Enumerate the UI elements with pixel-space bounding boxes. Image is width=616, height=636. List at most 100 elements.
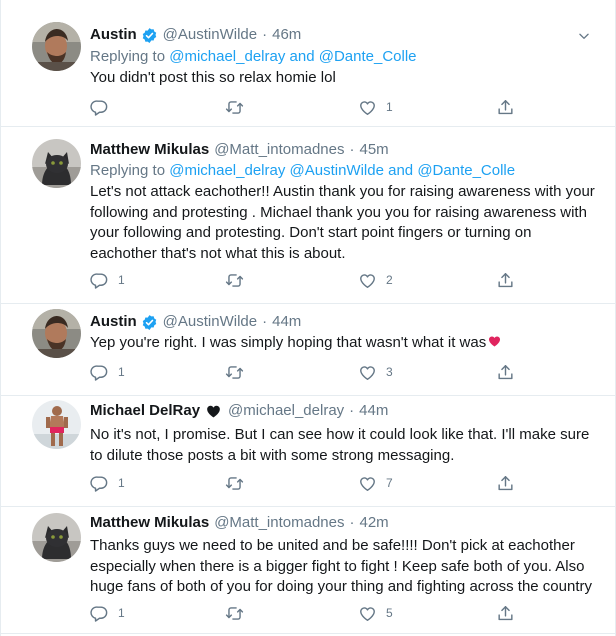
replying-to: Replying to @michael_delray and @Dante_C… xyxy=(90,47,417,67)
like-count: 5 xyxy=(386,606,393,620)
like-icon xyxy=(358,474,377,493)
reply-icon xyxy=(90,474,109,493)
like-icon xyxy=(358,271,377,290)
tweet-actions: 1 3 xyxy=(90,362,530,382)
tweet[interactable]: Austin @AustinWilde · 44m Yep you're rig… xyxy=(1,304,615,396)
timestamp[interactable]: 46m xyxy=(272,25,301,45)
tweet-header: Austin @AustinWilde · 46m xyxy=(90,24,301,46)
red-heart-icon xyxy=(487,334,502,348)
reply-count: 1 xyxy=(118,606,125,620)
avatar[interactable] xyxy=(32,309,81,358)
like-icon xyxy=(358,98,377,117)
retweet-icon xyxy=(225,604,244,623)
separator-dot: · xyxy=(262,313,268,330)
avatar[interactable] xyxy=(32,400,81,449)
reply-button[interactable]: 1 xyxy=(90,603,125,623)
reply-button[interactable] xyxy=(90,97,118,117)
like-count: 2 xyxy=(386,273,393,287)
tweet[interactable]: Matthew Mikulas @Matt_intomadnes · 42m T… xyxy=(1,507,615,634)
avatar[interactable] xyxy=(32,139,81,188)
tweet[interactable]: Austin @AustinWilde · 46m Replying to @m… xyxy=(1,0,615,127)
author-name[interactable]: Austin xyxy=(90,25,137,45)
retweet-button[interactable] xyxy=(225,270,253,290)
like-button[interactable]: 1 xyxy=(358,97,393,117)
avatar[interactable] xyxy=(32,513,81,562)
reply-button[interactable]: 1 xyxy=(90,362,125,382)
tweet[interactable]: Michael DelRay @michael_delray · 44m No … xyxy=(1,396,615,507)
timestamp[interactable]: 42m xyxy=(359,513,388,533)
replying-to-label: Replying to xyxy=(90,162,166,179)
like-count: 1 xyxy=(386,100,393,114)
retweet-button[interactable] xyxy=(225,362,253,382)
retweet-button[interactable] xyxy=(225,97,253,117)
share-button[interactable] xyxy=(496,362,515,382)
chevron-down-icon[interactable] xyxy=(577,29,591,43)
share-button[interactable] xyxy=(496,270,515,290)
tweet-actions: 1 xyxy=(90,97,530,117)
timestamp[interactable]: 45m xyxy=(359,140,388,160)
author-name[interactable]: Austin xyxy=(90,312,137,332)
mention-link[interactable]: @AustinWilde xyxy=(290,162,384,179)
reply-count: 1 xyxy=(118,273,125,287)
tweet-text-line: eachother that's not what this is about. xyxy=(90,244,346,262)
author-handle[interactable]: @AustinWilde xyxy=(163,25,257,45)
mention-link[interactable]: @Dante_Colle xyxy=(417,162,515,179)
share-icon xyxy=(496,604,515,623)
like-button[interactable]: 5 xyxy=(358,603,393,623)
replying-to: Replying to @michael_delray @AustinWilde… xyxy=(90,161,515,181)
tweet-text-line: Let's not attack eachother!! Austin than… xyxy=(90,183,595,200)
author-name[interactable]: Matthew Mikulas xyxy=(90,513,209,533)
author-name[interactable]: Matthew Mikulas xyxy=(90,140,209,160)
tweet-actions: 1 7 xyxy=(90,473,530,493)
like-button[interactable]: 3 xyxy=(358,362,393,382)
tweet-header: Michael DelRay @michael_delray · 44m xyxy=(90,400,388,422)
avatar[interactable] xyxy=(32,22,81,71)
author-name[interactable]: Michael DelRay xyxy=(90,401,200,421)
share-icon xyxy=(496,363,515,382)
author-handle[interactable]: @AustinWilde xyxy=(163,312,257,332)
reply-count: 1 xyxy=(118,365,125,379)
tweet-text: Let's not attack eachother!! Austin than… xyxy=(90,182,605,264)
retweet-button[interactable] xyxy=(225,603,253,623)
like-button[interactable]: 2 xyxy=(358,270,393,290)
retweet-icon xyxy=(225,98,244,117)
like-icon xyxy=(358,604,377,623)
timestamp[interactable]: 44m xyxy=(272,312,301,332)
mention-link[interactable]: @Dante_Colle xyxy=(319,48,417,65)
tweet[interactable]: Matthew Mikulas @Matt_intomadnes · 45m R… xyxy=(1,127,615,304)
tweet-text-line: huge fans of both of you for doing your … xyxy=(90,578,592,595)
tweet-text-line: You didn't post this so relax homie lol xyxy=(90,69,336,86)
mention-link[interactable]: @michael_delray xyxy=(169,48,285,65)
tweet-text: Thanks guys we need to be united and be … xyxy=(90,536,605,598)
reply-icon xyxy=(90,604,109,623)
like-icon xyxy=(358,363,377,382)
share-button[interactable] xyxy=(496,97,515,117)
share-button[interactable] xyxy=(496,603,515,623)
share-button[interactable] xyxy=(496,473,515,493)
tweet-actions: 1 2 xyxy=(90,270,530,290)
like-count: 7 xyxy=(386,476,393,490)
share-icon xyxy=(496,98,515,117)
retweet-icon xyxy=(225,474,244,493)
separator-dot: · xyxy=(262,26,268,43)
share-icon xyxy=(496,271,515,290)
tweet-text-line: following and protesting . Michael thank… xyxy=(90,203,587,221)
author-handle[interactable]: @Matt_intomadnes xyxy=(214,140,344,160)
mention-link[interactable]: @michael_delray xyxy=(169,162,285,179)
tweet-text: No it's not, I promise. But I can see ho… xyxy=(90,425,605,466)
reply-button[interactable]: 1 xyxy=(90,270,125,290)
tweet-text-line: your following and protesting. Don't sta… xyxy=(90,224,532,241)
tweet-text-line: Yep you're right. I was simply hoping th… xyxy=(90,334,487,351)
author-handle[interactable]: @Matt_intomadnes xyxy=(214,513,344,533)
tweet-text: Yep you're right. I was simply hoping th… xyxy=(90,333,605,354)
timestamp[interactable]: 44m xyxy=(359,401,388,421)
tweet-text-line: to dilute those posts a bit with some st… xyxy=(90,446,455,464)
reply-button[interactable]: 1 xyxy=(90,473,125,493)
tweet-header: Matthew Mikulas @Matt_intomadnes · 45m xyxy=(90,139,389,161)
separator-dot: · xyxy=(349,402,355,419)
retweet-button[interactable] xyxy=(225,473,253,493)
like-count: 3 xyxy=(386,365,393,379)
separator-dot: · xyxy=(349,141,355,158)
like-button[interactable]: 7 xyxy=(358,473,393,493)
author-handle[interactable]: @michael_delray xyxy=(228,401,344,421)
